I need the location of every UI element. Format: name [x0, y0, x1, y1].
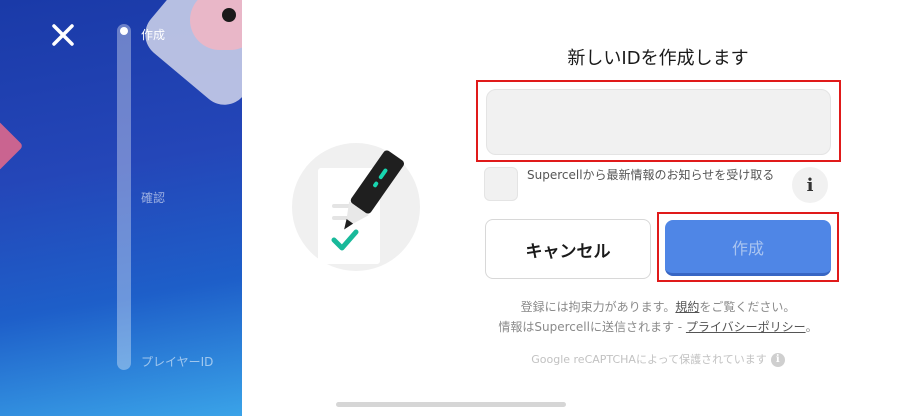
terms-line-2: 情報はSupercellに送信されます - プライバシーポリシー。: [498, 320, 818, 334]
illustration: [292, 130, 420, 280]
side-panel: 作成 確認 プレイヤーID: [0, 0, 242, 416]
recaptcha-info-icon[interactable]: i: [770, 353, 785, 367]
terms-notice: 登録には拘束力があります。規約をご覧ください。 情報はSupercellに送信さ…: [476, 297, 840, 337]
id-input-highlight: [476, 80, 841, 162]
info-icon: i: [806, 174, 814, 196]
decorative-character-eye: [222, 8, 236, 22]
step-create-label: 作成: [141, 28, 166, 42]
cancel-button[interactable]: キャンセル: [485, 219, 651, 279]
recaptcha-text: Google reCAPTCHAによって保護されています: [531, 353, 767, 366]
step-player-id-label: プレイヤーID: [141, 355, 214, 369]
form-title: 新しいIDを作成します: [567, 48, 749, 69]
newsletter-checkbox[interactable]: [484, 167, 518, 201]
recaptcha-notice: Google reCAPTCHAによって保護されています i: [476, 351, 840, 367]
privacy-policy-link[interactable]: プライバシーポリシー: [686, 320, 806, 334]
decorative-shape: [0, 120, 24, 172]
info-button[interactable]: i: [792, 167, 828, 203]
pen-document-check-icon: [292, 143, 420, 271]
id-input[interactable]: [486, 89, 831, 155]
create-button[interactable]: 作成: [665, 220, 831, 276]
terms-line-1: 登録には拘束力があります。規約をご覧ください。: [520, 300, 796, 314]
close-icon: [52, 24, 74, 46]
progress-indicator: [120, 27, 128, 35]
close-button[interactable]: [50, 22, 76, 48]
progress-track: [117, 24, 131, 370]
home-indicator: [336, 402, 566, 407]
step-confirm-label: 確認: [141, 191, 166, 205]
create-button-highlight: 作成: [657, 212, 839, 282]
terms-link[interactable]: 規約: [675, 300, 699, 314]
newsletter-label: Supercellから最新情報のお知らせを受け取る: [527, 168, 775, 182]
